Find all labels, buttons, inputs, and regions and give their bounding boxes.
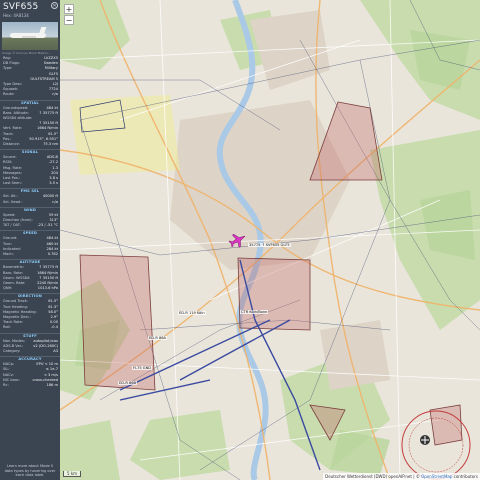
- speed-row-value: 0.782: [47, 252, 58, 257]
- direction-row-label[interactable]: Roll:: [3, 325, 11, 330]
- callsign-title: SVF655: [3, 2, 39, 12]
- accuracy-row-value: 186 m: [46, 382, 58, 387]
- close-icon[interactable]: ✕: [51, 2, 58, 9]
- zone-label-5: FL75 GND: [132, 366, 153, 370]
- fms-row-value: n/a: [52, 199, 58, 204]
- zone-label-2: ED-R 86A: [148, 336, 168, 340]
- map-scale-bar: 5 km: [63, 471, 82, 477]
- attribution-text: Deutscher Wetterdienst (DWD) openAIP.net…: [325, 474, 422, 479]
- signal-row-value: 3.5 s: [49, 181, 58, 186]
- direction-section: Ground Track: 61.5° True Heading: 61.3° Magn…: [0, 299, 60, 330]
- zoom-in-button[interactable]: +: [64, 4, 74, 14]
- info-row-label[interactable]: Type:: [3, 66, 12, 71]
- spatial-row-value: 75.3 nm: [43, 142, 58, 147]
- accuracy-row: Rc: 186 m: [0, 383, 60, 388]
- accuracy-section: NACp: EPU < 10 m SIL: ≤ 1e-7 NACv: < 3 m/s NIC…: [0, 362, 60, 388]
- spatial-row-value: ↑ 35775 ft: [38, 110, 58, 115]
- aircraft-photo[interactable]: [2, 22, 58, 50]
- signal-row-label[interactable]: Last Seen:: [3, 181, 22, 186]
- sidebar-footer-note: Learn more about Mode S data types by ho…: [0, 462, 60, 480]
- wind-row-value: -23 / -51 °C: [37, 223, 58, 228]
- map-canvas[interactable]: [60, 0, 480, 480]
- aircraft-info-sidebar: SVF655 Hex: 4A8134 ✕ Image © Duncan Monk…: [0, 0, 60, 480]
- fms-row: Sel. Head.: n/a: [0, 200, 60, 205]
- spatial-row-label[interactable]: WGS84 altitude:: [3, 116, 32, 121]
- speed-row-label[interactable]: Mach:: [3, 252, 14, 257]
- direction-row: Roll: -0.4: [0, 325, 60, 330]
- signal-row: Last Seen: 3.5 s: [0, 181, 60, 186]
- map-attribution: Deutscher Wetterdienst (DWD) openAIP.net…: [323, 473, 480, 480]
- info-row: Route: n/a: [0, 92, 60, 97]
- direction-row-value: -0.4: [50, 325, 58, 330]
- accuracy-row-label[interactable]: Rc:: [3, 383, 9, 388]
- info-section: Reg: LVZZX5 DB Flags: Sweden Type: Military GL…: [0, 56, 60, 98]
- spatial-row: Distance: 75.3 nm: [0, 142, 60, 147]
- photo-plane-wing: [22, 36, 36, 38]
- stuff-row: Category: A3: [0, 349, 60, 354]
- hex-code: Hex: 4A8134: [3, 13, 29, 18]
- fms-section: Sel. Alt.: 40000 ft Sel. Head.: n/a: [0, 194, 60, 204]
- altitude-row: QNH: 1013.6 hPa: [0, 286, 60, 291]
- stuff-row-label[interactable]: Category:: [3, 349, 20, 354]
- stuff-row-value: A3: [53, 348, 58, 353]
- sidebar-header: SVF655 Hex: 4A8134 ✕: [0, 0, 60, 20]
- speed-section: Ground: 484 kt True: 460 kt Indicated: 284 kt…: [0, 236, 60, 257]
- altitude-row-label[interactable]: QNH:: [3, 286, 12, 291]
- wind-row: TAT / OAT: -23 / -51 °C: [0, 223, 60, 228]
- signal-section: Source: ADS-B RSSI: -27.2 Msg. Rate: 1.3 Messa…: [0, 155, 60, 186]
- stuff-section: Nav. Modes: autopilot,tcas ADS-B Ver.: v2 (…: [0, 339, 60, 355]
- zone-label-4: CTR Köln/Bonn: [240, 310, 269, 314]
- spatial-section: Groundspeed: 484 kt Baro. Altitude: ↑ 35775…: [0, 106, 60, 148]
- wind-row-label[interactable]: TAT / OAT:: [3, 223, 21, 228]
- zone-label-1: ED-R 119 Köln: [178, 311, 206, 315]
- wind-section: Speed: 59 kt Direction (from): 313° TAT / OA…: [0, 213, 60, 229]
- spatial-row-label[interactable]: Distance:: [3, 142, 20, 147]
- info-row-value: n/a: [52, 92, 58, 97]
- attribution-tail: contributors: [452, 474, 478, 479]
- speed-row: Mach: 0.782: [0, 252, 60, 257]
- attribution-osm-link[interactable]: OpenStreetMap: [421, 474, 452, 479]
- info-row-label[interactable]: Route:: [3, 92, 15, 97]
- zoom-out-button[interactable]: −: [64, 15, 74, 25]
- altitude-section: Barometric: ↑ 35775 ft Baro. Rate: 1664 ft/…: [0, 265, 60, 291]
- aircraft-label[interactable]: 35775 ↑ SVF655 GLF5: [248, 243, 291, 247]
- zone-label-3: ED-R 86B: [118, 381, 138, 385]
- map-view[interactable]: 35775 ↑ SVF655 GLF5 ED-R 119 Köln ED-R 8…: [60, 0, 480, 480]
- fms-row-label[interactable]: Sel. Head.:: [3, 200, 23, 205]
- altitude-row-value: 1013.6 hPa: [37, 286, 58, 291]
